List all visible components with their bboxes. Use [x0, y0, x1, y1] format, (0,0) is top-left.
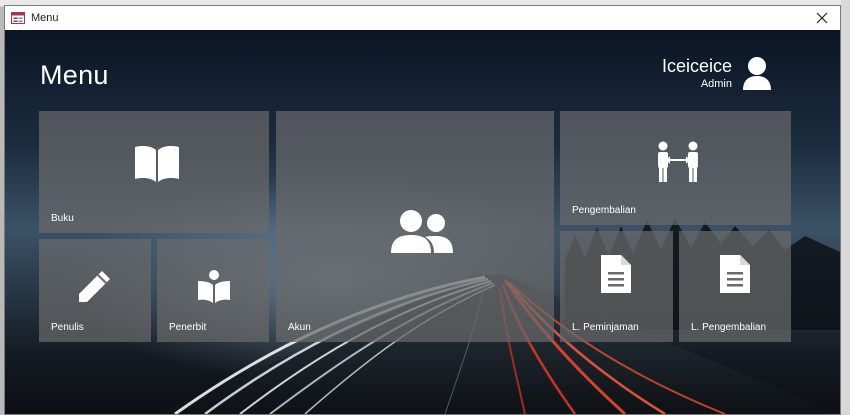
- tile-penulis[interactable]: Penulis: [39, 239, 151, 342]
- tile-label: Buku: [51, 213, 74, 224]
- title-bar[interactable]: Menu: [5, 6, 840, 30]
- reader-icon: [198, 270, 230, 303]
- book-open-icon: [135, 146, 179, 182]
- menu-canvas: Menu Iceiceice Admin Buku Akun Pengembal…: [5, 30, 840, 414]
- document-icon: [720, 255, 750, 293]
- page-title: Menu: [40, 60, 109, 90]
- tile-buku[interactable]: Buku: [39, 111, 269, 233]
- tile-penerbit[interactable]: Penerbit: [157, 239, 269, 342]
- exchange-people-icon: [658, 141, 698, 182]
- background-gutter: [841, 0, 850, 415]
- tile-label: L. Peminjaman: [572, 322, 639, 333]
- tile-akun[interactable]: Akun: [276, 111, 554, 342]
- tile-label: Akun: [288, 322, 311, 333]
- tile-label: L. Pengembalian: [691, 322, 767, 333]
- user-role: Admin: [700, 78, 732, 90]
- tile-l-pengembalian[interactable]: L. Pengembalian: [679, 231, 791, 342]
- document-icon: [601, 255, 631, 293]
- tile-label: Pengembalian: [572, 205, 636, 216]
- window-title: Menu: [31, 12, 59, 24]
- tile-pengembalian[interactable]: Pengembalian: [560, 111, 791, 225]
- pencil-icon: [79, 271, 110, 302]
- user-name: Iceiceice: [661, 56, 732, 76]
- tile-label: Penulis: [51, 322, 84, 333]
- tile-l-peminjaman[interactable]: L. Peminjaman: [560, 231, 673, 342]
- form-icon: [11, 12, 25, 24]
- menu-window: Menu Menu Iceiceice Admin Buku Akun Peng…: [4, 5, 841, 415]
- users-icon: [391, 210, 453, 253]
- user-icon: [743, 57, 771, 90]
- tile-label: Penerbit: [169, 322, 207, 333]
- close-icon[interactable]: [814, 10, 830, 26]
